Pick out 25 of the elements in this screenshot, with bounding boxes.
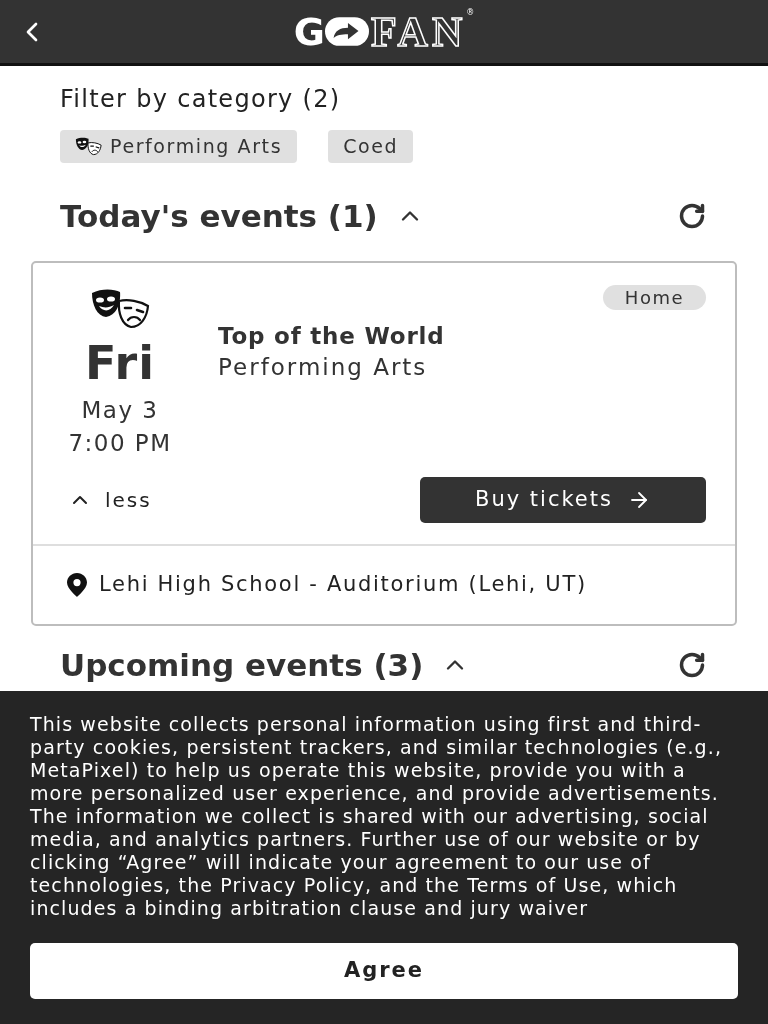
category-chip[interactable]: Performing Arts [60, 130, 298, 163]
theater-masks-icon [90, 289, 150, 329]
category-chip[interactable]: Coed [328, 130, 414, 163]
event-title: Top of the World [218, 322, 445, 351]
refresh-icon[interactable] [678, 202, 706, 230]
section-heading: Upcoming events (3) [60, 648, 424, 682]
theater-masks-icon [75, 137, 102, 156]
logo-wordmark: FAN [371, 10, 467, 53]
section-heading: Today's events (1) [60, 199, 378, 233]
logo-initial: G [293, 12, 324, 51]
location-pin-icon [67, 573, 87, 597]
home-badge: Home [602, 285, 706, 310]
event-time: 7:00 PM [68, 429, 172, 457]
refresh-icon[interactable] [678, 651, 706, 679]
logo-arrow-icon [325, 17, 369, 46]
venue-text: Lehi High School - Auditorium (Lehi, UT) [99, 571, 587, 599]
event-category: Performing Arts [218, 353, 429, 382]
buy-tickets-button[interactable]: Buy tickets [420, 477, 706, 523]
agree-button[interactable]: Agree [30, 943, 738, 999]
cookie-notice-text: This website collects personal information using first and third-party cookies, persistent trackers, and similar technologies (e.g., MetaPixel) to help us operate this website, provide you with a more personalized user experience, and provide advertisements. The information we collect is shared with our advertising, social media, and analytics partners. Further use of our website or by clicking “Agree” will indicate your agreement to our use of technologies, the Privacy Policy, and the Terms of Use, which includes a binding arbitration clause and jury waiver [30, 713, 724, 920]
event-weekday: Fri [85, 339, 155, 387]
event-date: May 3 [81, 396, 159, 424]
show-less-toggle[interactable]: less [60, 485, 152, 515]
filter-title: Filter by category (2) [60, 85, 341, 113]
registered-mark: ® [466, 8, 475, 17]
